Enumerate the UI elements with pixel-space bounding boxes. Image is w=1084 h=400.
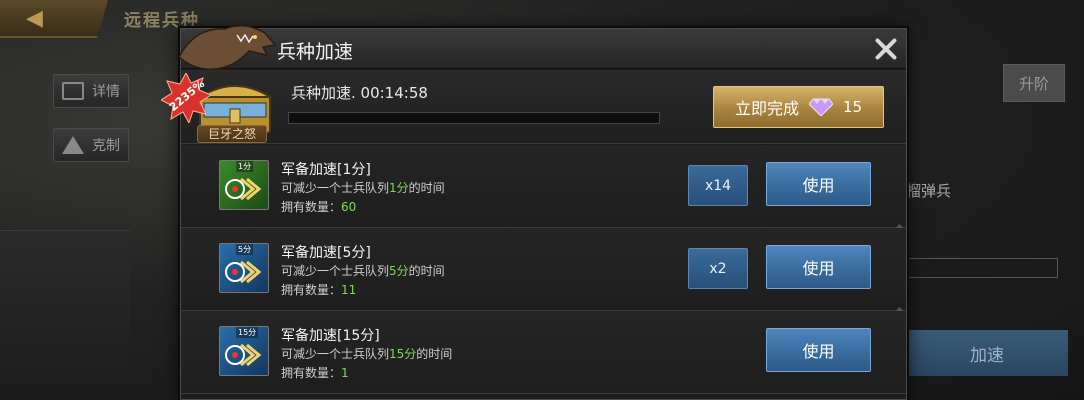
speedup-item-icon: 1分	[219, 160, 269, 210]
chest-name: 巨牙之怒	[197, 125, 267, 143]
desc-highlight: 1分	[389, 181, 409, 195]
unit-name: 榴弹兵	[906, 182, 952, 200]
tab-details[interactable]: 详情	[53, 74, 129, 108]
list-item: 5分 军备加速[5分] 可减少一个士兵队列5分的时间 拥有数量：11 x2 使用	[181, 228, 906, 315]
desc-suffix: 的时间	[408, 181, 445, 195]
timer-progress-bar	[288, 112, 660, 124]
desc-prefix: 可减少一个士兵队列	[281, 264, 390, 278]
tab-counter[interactable]: 克制	[53, 128, 129, 162]
instant-complete-button[interactable]: 立即完成 15	[713, 86, 884, 128]
quantity-button[interactable]: x2	[688, 248, 748, 289]
item-title: 军备加速[5分]	[281, 245, 371, 261]
count-label: 拥有数量：	[281, 366, 342, 380]
desc-suffix: 的时间	[416, 347, 453, 361]
tab-counter-label: 克制	[92, 138, 120, 154]
speedup-dialog: 兵种加速 兵种加速. 00:14:58 立即完成 15 2235% 巨牙之怒 1…	[159, 25, 907, 400]
use-button[interactable]: 使用	[766, 245, 871, 289]
item-title: 军备加速[15分]	[281, 328, 380, 344]
item-owned-count: 拥有数量：60	[281, 198, 356, 215]
dialog-title: 兵种加速	[277, 41, 354, 63]
item-list: 1分 军备加速[1分] 可减少一个士兵队列1分的时间 拥有数量：60 x14 使…	[181, 145, 906, 394]
desc-prefix: 可减少一个士兵队列	[281, 181, 390, 195]
use-button[interactable]: 使用	[766, 162, 871, 206]
count-value: 11	[341, 283, 357, 297]
desc-prefix: 可减少一个士兵队列	[281, 347, 390, 361]
speedup-timer: 兵种加速. 00:14:58	[291, 84, 428, 102]
dinosaur-icon	[178, 25, 277, 70]
count-label: 拥有数量：	[281, 283, 342, 297]
list-item: 15分 军备加速[15分] 可减少一个士兵队列15分的时间 拥有数量：1 使用	[181, 311, 906, 394]
item-description: 可减少一个士兵队列15分的时间	[281, 345, 452, 362]
background-progress-bar	[906, 258, 1058, 278]
item-title: 军备加速[1分]	[281, 162, 371, 178]
accelerate-button[interactable]: 加速	[906, 330, 1068, 376]
speedup-arrows-icon	[225, 343, 262, 367]
speedup-arrows-icon	[225, 177, 262, 201]
counter-icon	[62, 136, 84, 154]
dialog-header: 兵种加速	[181, 29, 906, 69]
bonus-badge: 2235%	[159, 71, 213, 125]
desc-suffix: 的时间	[408, 264, 445, 278]
gem-icon	[808, 98, 833, 116]
count-value: 1	[341, 366, 349, 380]
instant-complete-label: 立即完成	[734, 99, 799, 118]
upgrade-button[interactable]: 升阶	[1003, 64, 1065, 102]
desc-highlight: 5分	[389, 264, 409, 278]
speedup-arrows-icon	[225, 260, 262, 284]
details-icon	[62, 82, 84, 100]
speedup-item-icon: 15分	[219, 326, 269, 376]
summary-strip: 兵种加速. 00:14:58 立即完成 15	[181, 70, 906, 144]
back-button[interactable]: ◀	[0, 0, 108, 38]
quantity-button[interactable]: x14	[688, 165, 748, 206]
item-description: 可减少一个士兵队列5分的时间	[281, 262, 445, 279]
list-item: 1分 军备加速[1分] 可减少一个士兵队列1分的时间 拥有数量：60 x14 使…	[181, 145, 906, 232]
tab-details-label: 详情	[92, 84, 120, 100]
use-button[interactable]: 使用	[766, 328, 871, 372]
count-label: 拥有数量：	[281, 200, 342, 214]
instant-complete-cost: 15	[842, 98, 863, 116]
item-description: 可减少一个士兵队列1分的时间	[281, 179, 445, 196]
desc-highlight: 15分	[389, 347, 417, 361]
item-owned-count: 拥有数量：1	[281, 364, 349, 381]
item-owned-count: 拥有数量：11	[281, 281, 356, 298]
background-panel	[0, 230, 130, 400]
count-value: 60	[341, 200, 357, 214]
back-arrow-icon: ◀	[26, 6, 43, 31]
speedup-item-icon: 5分	[219, 243, 269, 293]
close-icon[interactable]	[872, 35, 900, 63]
